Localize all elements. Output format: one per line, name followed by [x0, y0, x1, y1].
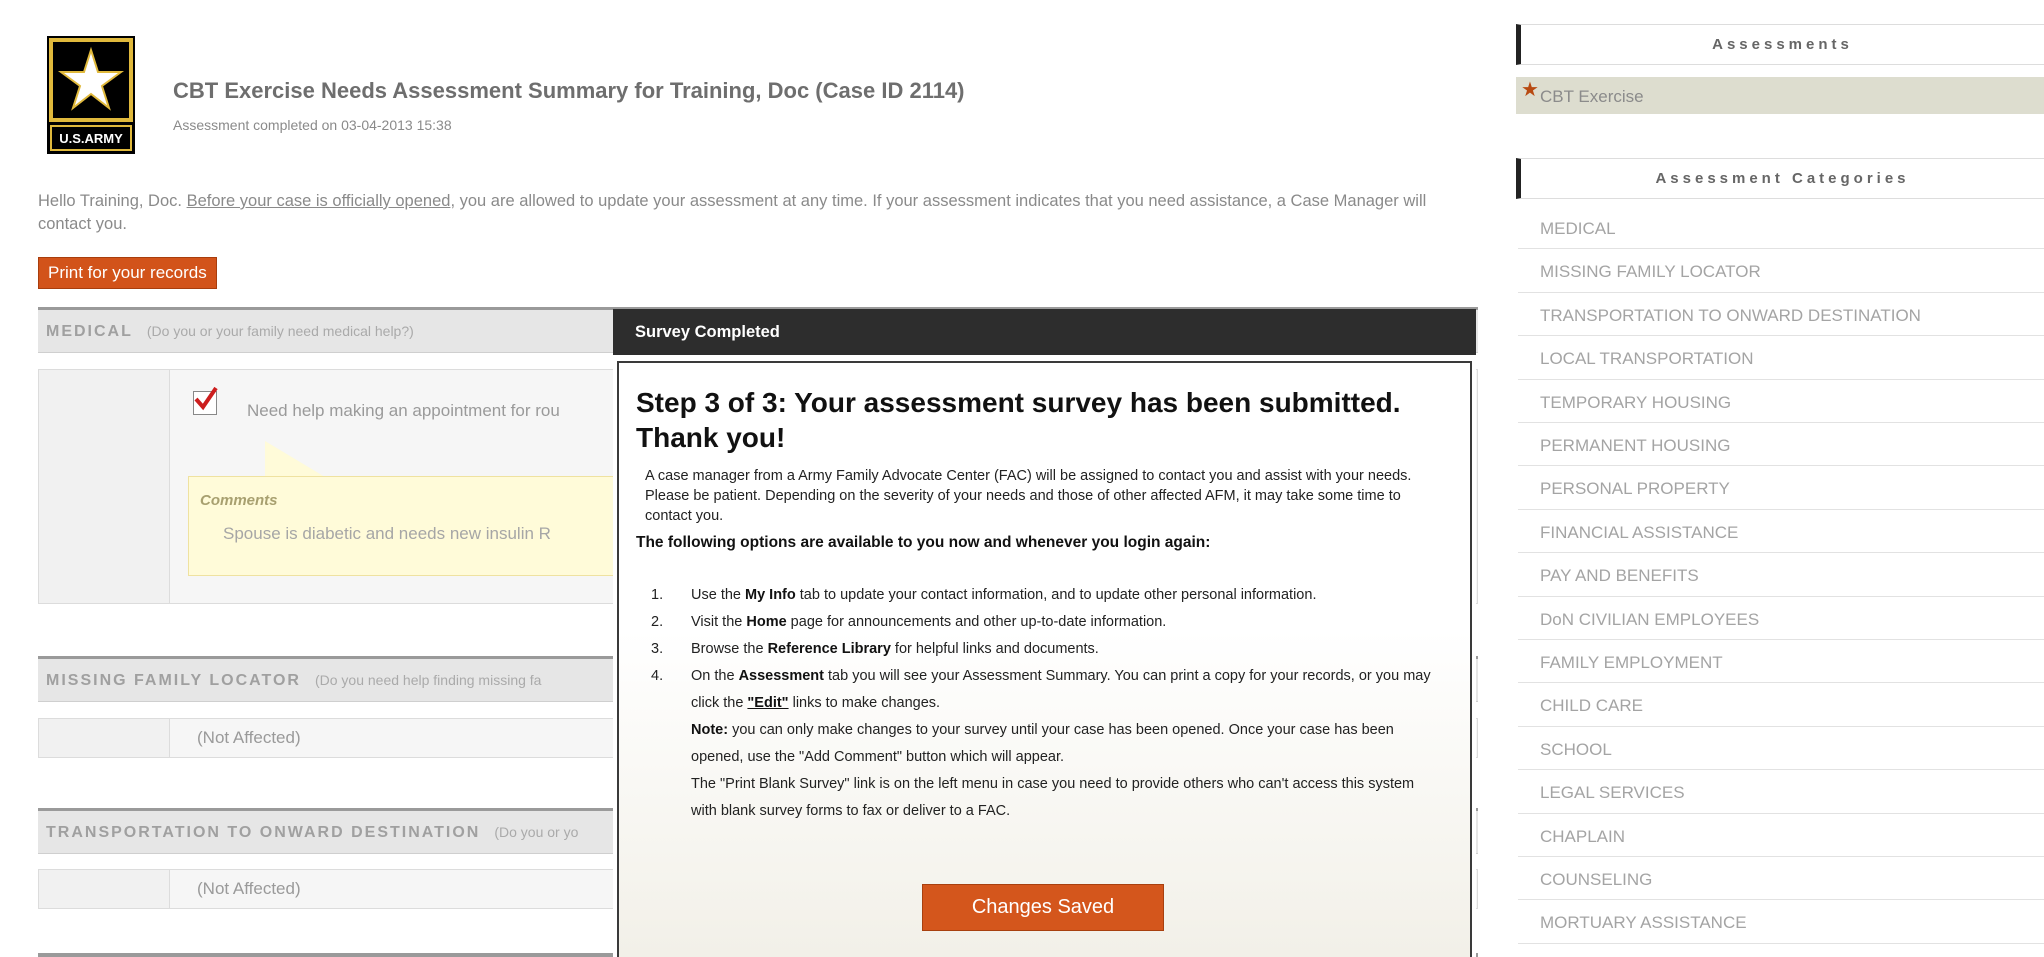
print-blank-text: The "Print Blank Survey" link is on the …	[691, 776, 1415, 819]
check-icon	[194, 386, 218, 411]
category-item[interactable]: TEMPORARY HOUSING	[1518, 380, 2044, 423]
svg-text:U.S.ARMY: U.S.ARMY	[59, 131, 123, 146]
step-heading: Step 3 of 3: Your assessment survey has …	[636, 387, 1401, 453]
dialog-header: Survey Completed	[613, 309, 1476, 355]
list-item: 4. On the Assessment tab you will see you…	[651, 663, 1441, 825]
list-item: 1. Use the My Info tab to update your con…	[651, 587, 1317, 603]
category-item[interactable]: MISSING FAMILY LOCATOR	[1518, 249, 2044, 293]
comment-pointer	[265, 441, 325, 477]
options-list: 1. Use the My Info tab to update your con…	[651, 582, 1441, 825]
appointment-checkbox[interactable]	[193, 386, 218, 415]
category-item[interactable]: PERMANENT HOUSING	[1518, 423, 2044, 467]
edit-link[interactable]: "Edit"	[747, 695, 788, 711]
list-item: 3. Browse the Reference Library for helpf…	[651, 641, 1099, 657]
category-item[interactable]: TRANSPORTATION TO ONWARD DESTINATION	[1518, 293, 2044, 337]
category-item[interactable]: LOCAL TRANSPORTATION	[1518, 336, 2044, 380]
case-manager-paragraph: A case manager from a Army Family Advoca…	[645, 468, 1412, 524]
dialog-title: Survey Completed	[635, 323, 780, 341]
category-item[interactable]: CHAPLAIN	[1518, 814, 2044, 857]
intro-text: Hello Training, Doc. Before your case is…	[38, 192, 1427, 233]
star-icon: ★	[1521, 79, 1539, 101]
category-item[interactable]: CHILD CARE	[1518, 683, 2044, 727]
print-button[interactable]: Print for your records	[38, 257, 217, 289]
category-item[interactable]: MEDICAL	[1518, 206, 2044, 250]
note-text: Note: you can only make changes to your …	[691, 722, 1394, 765]
not-affected-label: (Not Affected)	[197, 728, 301, 747]
category-item[interactable]: FAMILY EMPLOYMENT	[1518, 640, 2044, 684]
assessments-panel-header: Assessments	[1516, 24, 2044, 65]
us-army-logo: U.S.ARMY	[47, 36, 135, 154]
category-item[interactable]: MORTUARY ASSISTANCE	[1518, 900, 2044, 944]
comments-title: Comments	[200, 492, 278, 509]
dialog-body: Step 3 of 3: Your assessment survey has …	[617, 361, 1472, 957]
categories-panel-header: Assessment Categories	[1516, 158, 2044, 199]
category-item[interactable]: PAY AND BENEFITS	[1518, 553, 2044, 597]
not-affected-label: (Not Affected)	[197, 879, 301, 898]
category-item[interactable]: SCHOOL	[1518, 727, 2044, 771]
options-heading: The following options are available to y…	[636, 534, 1211, 551]
comment-text: Spouse is diabetic and needs new insulin…	[223, 524, 551, 543]
category-item[interactable]: FINANCIAL ASSISTANCE	[1518, 510, 2044, 554]
category-item[interactable]: PERSONAL PROPERTY	[1518, 466, 2044, 510]
category-item[interactable]: LEGAL SERVICES	[1518, 770, 2044, 814]
survey-completed-dialog: Survey Completed Step 3 of 3: Your asses…	[613, 309, 1476, 957]
list-item: 2. Visit the Home page for announcements …	[651, 614, 1167, 630]
category-item[interactable]: COUNSELING	[1518, 857, 2044, 901]
appointment-label: Need help making an appointment for rou	[247, 401, 560, 420]
category-item[interactable]: DoN CIVILIAN EMPLOYEES	[1518, 597, 2044, 640]
case-opened-link[interactable]: Before your case is officially opened	[187, 192, 451, 210]
assessment-item-cbt[interactable]: ★ CBT Exercise	[1516, 77, 2044, 114]
changes-saved-button[interactable]: Changes Saved	[922, 884, 1164, 931]
page-title: CBT Exercise Needs Assessment Summary fo…	[173, 78, 965, 103]
completion-date: Assessment completed on 03-04-2013 15:38	[173, 117, 452, 133]
